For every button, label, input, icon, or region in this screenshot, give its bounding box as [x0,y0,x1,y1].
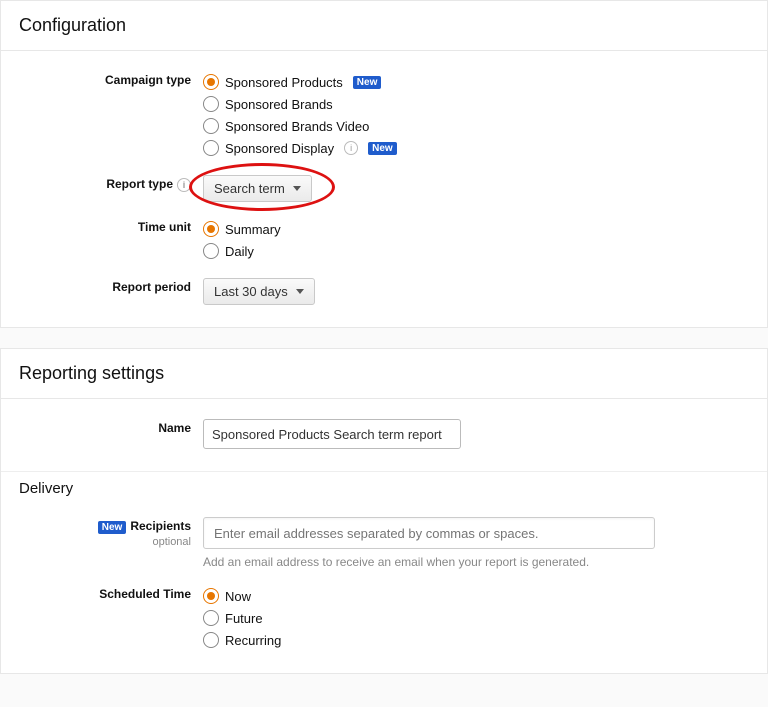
campaign-opt-sponsored-products[interactable]: Sponsored Products New [203,71,749,93]
report-name-input[interactable] [203,419,461,449]
report-type-select[interactable]: Search term [203,175,312,202]
reporting-settings-title: Reporting settings [1,349,767,399]
sched-recurring[interactable]: Recurring [203,629,749,651]
configuration-title: Configuration [1,1,767,51]
sched-future[interactable]: Future [203,607,749,629]
time-unit-label: Time unit [1,216,203,234]
sched-opt-label: Now [225,589,251,604]
radio-icon [203,221,219,237]
sched-opt-label: Future [225,611,263,626]
radio-icon [203,96,219,112]
radio-icon [203,243,219,259]
campaign-opt-label: Sponsored Display [225,141,334,156]
campaign-opt-label: Sponsored Brands [225,97,333,112]
radio-icon [203,632,219,648]
campaign-opt-label: Sponsored Brands Video [225,119,369,134]
scheduled-time-label: Scheduled Time [1,583,203,601]
report-type-label: Report type [1,173,203,192]
reporting-settings-panel: Reporting settings Name Delivery NewReci… [0,348,768,674]
campaign-type-label: Campaign type [1,69,203,87]
new-badge: New [98,521,127,534]
radio-icon [203,74,219,90]
recipients-label: NewRecipients optional [1,515,203,548]
campaign-type-options: Sponsored Products New Sponsored Brands … [203,69,749,159]
new-badge: New [353,76,382,89]
radio-icon [203,610,219,626]
time-unit-opt-label: Daily [225,244,254,259]
report-period-value: Last 30 days [214,284,288,299]
chevron-down-icon [293,186,301,191]
time-unit-opt-label: Summary [225,222,281,237]
sched-opt-label: Recurring [225,633,281,648]
info-icon[interactable] [344,141,358,155]
report-period-select[interactable]: Last 30 days [203,278,315,305]
configuration-panel: Configuration Campaign type Sponsored Pr… [0,0,768,328]
name-label: Name [1,417,203,435]
report-type-value: Search term [214,181,285,196]
campaign-opt-sponsored-brands-video[interactable]: Sponsored Brands Video [203,115,749,137]
radio-icon [203,588,219,604]
radio-icon [203,140,219,156]
delivery-title: Delivery [1,471,767,509]
time-unit-daily[interactable]: Daily [203,240,749,262]
recipients-hint: Add an email address to receive an email… [203,555,749,569]
new-badge: New [368,142,397,155]
sched-now[interactable]: Now [203,585,749,607]
recipients-input[interactable] [203,517,655,549]
info-icon[interactable] [177,178,191,192]
recipients-sublabel: optional [1,536,191,548]
campaign-opt-label: Sponsored Products [225,75,343,90]
campaign-opt-sponsored-display[interactable]: Sponsored Display New [203,137,749,159]
chevron-down-icon [296,289,304,294]
report-period-label: Report period [1,276,203,294]
time-unit-summary[interactable]: Summary [203,218,749,240]
radio-icon [203,118,219,134]
campaign-opt-sponsored-brands[interactable]: Sponsored Brands [203,93,749,115]
